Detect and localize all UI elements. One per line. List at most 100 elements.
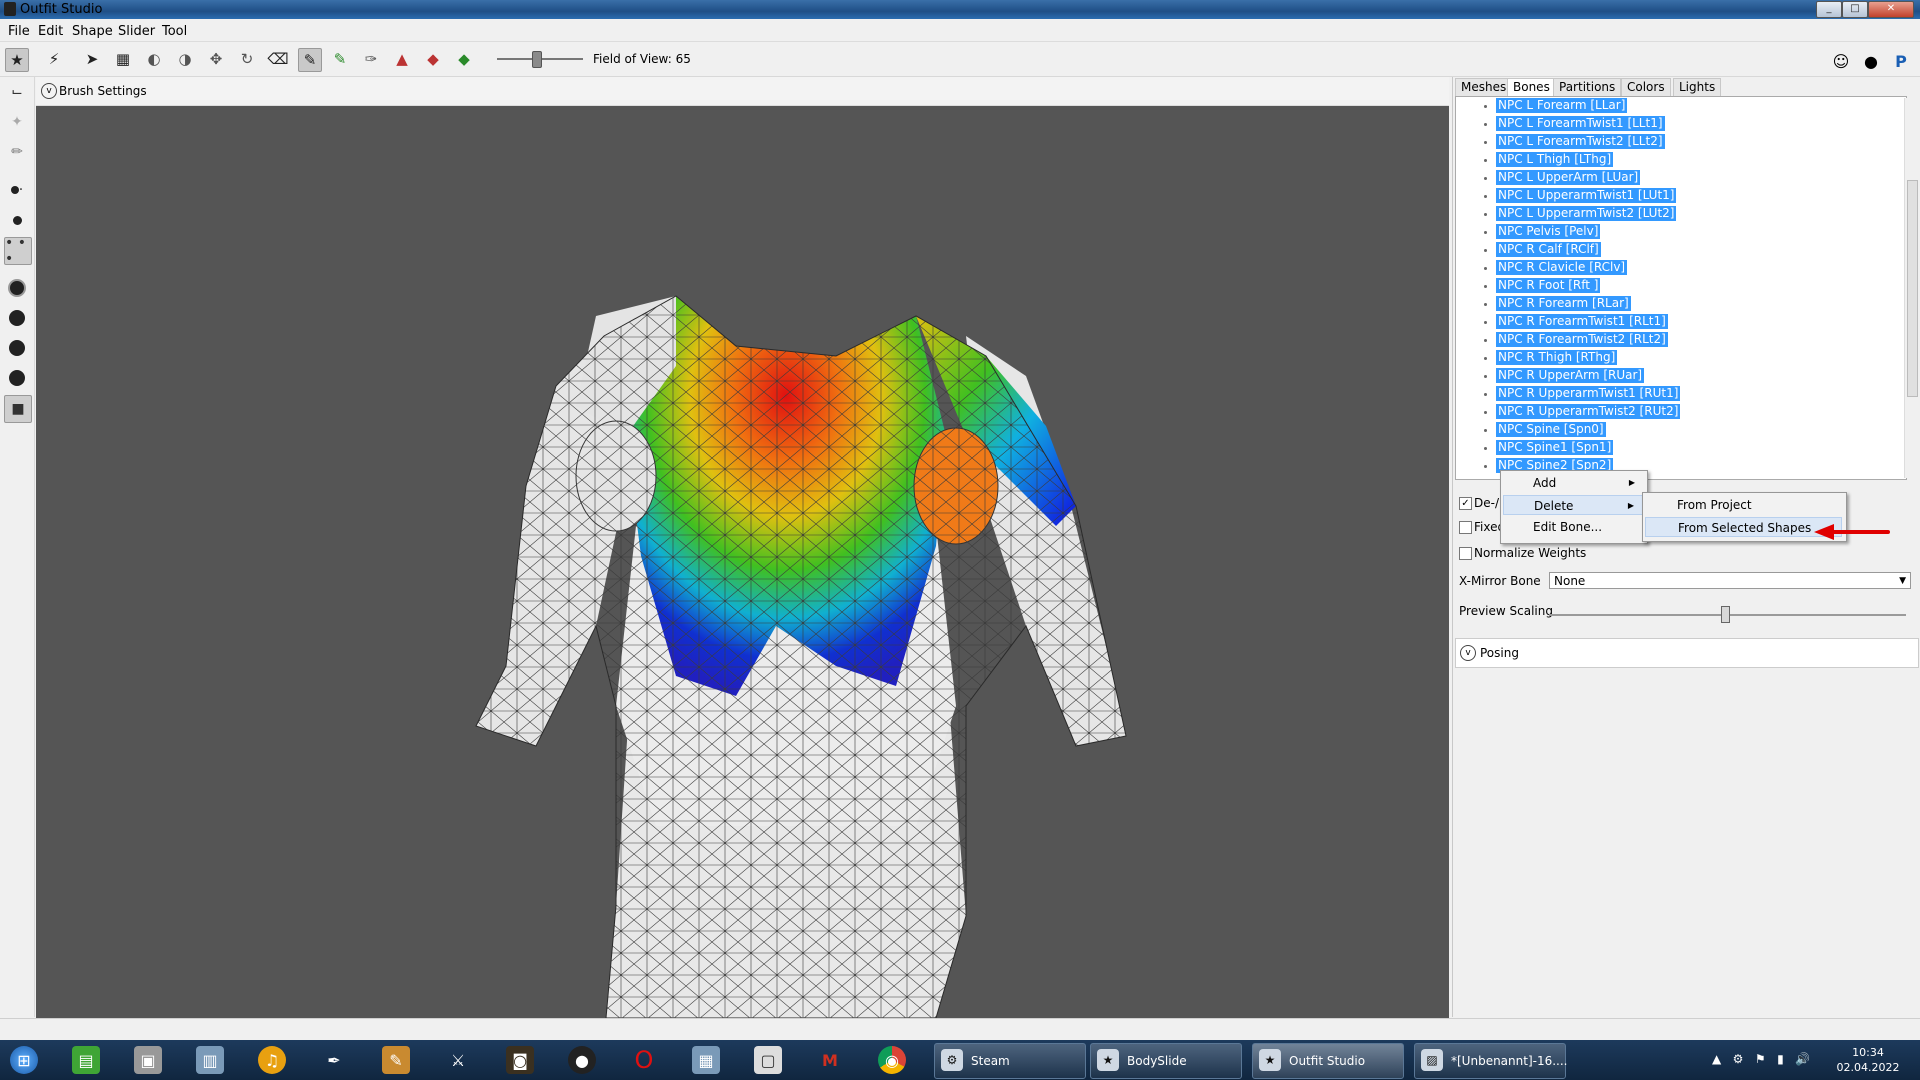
menu-item-delete[interactable]: Delete ▶ xyxy=(1503,495,1643,515)
close-button[interactable]: ✕ xyxy=(1868,1,1914,18)
paypal-icon[interactable]: P xyxy=(1890,50,1912,72)
discord-icon[interactable]: ☺ xyxy=(1830,50,1852,72)
bone-list-item[interactable]: NPC R Foot [Rft ] xyxy=(1456,277,1876,295)
alpha-brush-icon[interactable]: ✑ xyxy=(360,48,382,70)
weight-brush-icon[interactable]: ✎ xyxy=(298,48,322,72)
fixed-checkbox[interactable] xyxy=(1459,521,1472,534)
brush-size-medium-icon[interactable] xyxy=(4,207,30,233)
normalize-weights-checkbox[interactable] xyxy=(1459,547,1472,560)
preview-icon[interactable]: ⚡ xyxy=(43,48,65,70)
notepad-app-icon[interactable]: ✎ xyxy=(382,1046,410,1074)
game-app-icon[interactable]: ◙ xyxy=(506,1046,534,1074)
color-brush-icon[interactable]: ✎ xyxy=(329,48,351,70)
bone-list-item[interactable]: NPC Spine1 [Spn1] xyxy=(1456,439,1876,457)
split-edge-icon[interactable]: ◆ xyxy=(453,48,475,70)
explorer-app-icon[interactable]: ▥ xyxy=(196,1046,224,1074)
scrollbar-thumb[interactable] xyxy=(1907,180,1918,397)
sword-app-icon[interactable]: ⚔ xyxy=(444,1046,472,1074)
bone-list-item[interactable]: NPC L ForearmTwist1 [LLt1] xyxy=(1456,115,1876,133)
cube-view-icon[interactable]: ■ xyxy=(4,395,32,423)
task-outfit-studio[interactable]: ★ Outfit Studio xyxy=(1252,1043,1404,1079)
posing-header[interactable]: v Posing xyxy=(1455,638,1919,668)
menu-item-edit-bone[interactable]: Edit Bone... xyxy=(1503,517,1643,537)
editor-app-icon[interactable]: ▢ xyxy=(754,1046,782,1074)
bone-list-item[interactable]: NPC R Forearm [RLar] xyxy=(1456,295,1876,313)
tab-partitions[interactable]: Partitions xyxy=(1553,78,1622,96)
fov-slider-thumb[interactable] xyxy=(532,51,542,68)
spreadsheet-app-icon[interactable]: ▤ xyxy=(72,1046,100,1074)
pen-app-icon[interactable]: ✒ xyxy=(320,1046,348,1074)
bone-list-item[interactable]: NPC L ForearmTwist2 [LLt2] xyxy=(1456,133,1876,151)
deflate-brush-icon[interactable]: ◑ xyxy=(174,48,196,70)
mod-manager-icon[interactable]: M xyxy=(816,1046,844,1074)
pivot-icon[interactable]: ✦ xyxy=(4,109,30,135)
window-app-icon[interactable]: ▦ xyxy=(692,1046,720,1074)
flip-edge-icon[interactable]: ◆ xyxy=(422,48,444,70)
bone-list-item[interactable]: NPC R Clavicle [RClv] xyxy=(1456,259,1876,277)
bone-list-item[interactable]: NPC L Thigh [LThg] xyxy=(1456,151,1876,169)
bone-list-item[interactable]: NPC L UpperarmTwist1 [LUt1] xyxy=(1456,187,1876,205)
bone-list-scrollbar[interactable] xyxy=(1904,98,1919,478)
bone-list-item[interactable]: NPC Spine [Spn0] xyxy=(1456,421,1876,439)
tab-lights[interactable]: Lights xyxy=(1673,78,1722,96)
bone-list-item[interactable]: NPC R ForearmTwist1 [RLt1] xyxy=(1456,313,1876,331)
falloff-1-icon[interactable] xyxy=(4,275,30,301)
bone-list[interactable]: NPC L Forearm [LLar] NPC L ForearmTwist1 … xyxy=(1455,96,1907,480)
vertex-edit-icon[interactable]: ✏ xyxy=(4,139,30,165)
tab-colors[interactable]: Colors xyxy=(1621,78,1671,96)
maximize-button[interactable]: □ xyxy=(1842,1,1868,18)
falloff-3-icon[interactable] xyxy=(4,335,30,361)
bone-list-item[interactable]: NPC L UpperArm [LUar] xyxy=(1456,169,1876,187)
mask-brush-icon[interactable]: ▦ xyxy=(112,48,134,70)
menu-item-from-project[interactable]: From Project xyxy=(1645,495,1842,515)
archive-app-icon[interactable]: ▣ xyxy=(134,1046,162,1074)
tab-meshes[interactable]: Meshes xyxy=(1455,78,1513,96)
bone-list-item[interactable]: NPC L Forearm [LLar] xyxy=(1456,97,1876,115)
github-icon[interactable]: ● xyxy=(1860,50,1882,72)
menu-item-add[interactable]: Add ▶ xyxy=(1503,473,1643,493)
move-brush-icon[interactable]: ✥ xyxy=(205,48,227,70)
smooth-brush-icon[interactable]: ↻ xyxy=(236,48,258,70)
menu-slider[interactable]: Slider xyxy=(118,24,155,39)
collapse-vertex-icon[interactable]: ▲ xyxy=(391,48,413,70)
minimize-button[interactable]: _ xyxy=(1816,1,1842,18)
menu-file[interactable]: File xyxy=(8,24,30,39)
chevron-down-icon[interactable]: v xyxy=(41,83,57,99)
obs-app-icon[interactable]: ● xyxy=(568,1046,596,1074)
brush-size-large-icon[interactable]: • • • xyxy=(4,235,32,267)
clock[interactable]: 10:34 02.04.2022 xyxy=(1836,1045,1900,1075)
bone-list-item[interactable]: NPC L UpperarmTwist2 [LUt2] xyxy=(1456,205,1876,223)
xmirror-select[interactable]: None ▼ xyxy=(1549,572,1911,589)
brush-size-small-icon[interactable]: · xyxy=(4,177,30,203)
opera-browser-icon[interactable]: O xyxy=(630,1046,658,1074)
bone-list-item[interactable]: NPC R Calf [RClf] xyxy=(1456,241,1876,259)
start-button[interactable]: ⊞ xyxy=(10,1046,38,1074)
3d-viewport[interactable] xyxy=(36,106,1449,1018)
music-app-icon[interactable]: ♫ xyxy=(258,1046,286,1074)
task-image-editor[interactable]: ▨ *[Unbenannt]-16.... xyxy=(1414,1043,1567,1079)
bone-list-item[interactable]: NPC Pelvis [Pelv] xyxy=(1456,223,1876,241)
select-tool-icon[interactable]: ➤ xyxy=(81,48,103,70)
menu-edit[interactable]: Edit xyxy=(38,24,63,39)
system-tray[interactable]: ▲ ⚙ ⚑ ▮ 🔊 xyxy=(1712,1052,1810,1066)
bone-list-item[interactable]: NPC R UpperarmTwist2 [RUt2] xyxy=(1456,403,1876,421)
bone-list-item[interactable]: NPC R ForearmTwist2 [RLt2] xyxy=(1456,331,1876,349)
falloff-2-icon[interactable] xyxy=(4,305,30,331)
falloff-4-icon[interactable] xyxy=(4,365,30,391)
menu-shape[interactable]: Shape xyxy=(72,24,113,39)
task-steam[interactable]: ⚙ Steam xyxy=(934,1043,1086,1079)
chevron-down-icon[interactable]: v xyxy=(1460,645,1476,661)
deselect-checkbox[interactable]: ✓ xyxy=(1459,497,1472,510)
preview-scaling-thumb[interactable] xyxy=(1720,606,1730,623)
task-bodyslide[interactable]: ★ BodySlide xyxy=(1090,1043,1242,1079)
transform-icon[interactable]: ⌙ xyxy=(4,79,30,105)
bone-list-item[interactable]: NPC R Thigh [RThg] xyxy=(1456,349,1876,367)
chrome-browser-icon[interactable]: ◉ xyxy=(878,1046,906,1074)
bone-list-item[interactable]: NPC R UpperArm [RUar] xyxy=(1456,367,1876,385)
eraser-icon[interactable]: ⌫ xyxy=(267,48,289,70)
menu-tool[interactable]: Tool xyxy=(162,24,187,39)
tab-bones[interactable]: Bones xyxy=(1507,78,1556,96)
bone-list-item[interactable]: NPC R UpperarmTwist1 [RUt1] xyxy=(1456,385,1876,403)
brush-settings-header[interactable]: v Brush Settings xyxy=(36,77,1449,106)
inflate-brush-icon[interactable]: ◐ xyxy=(143,48,165,70)
